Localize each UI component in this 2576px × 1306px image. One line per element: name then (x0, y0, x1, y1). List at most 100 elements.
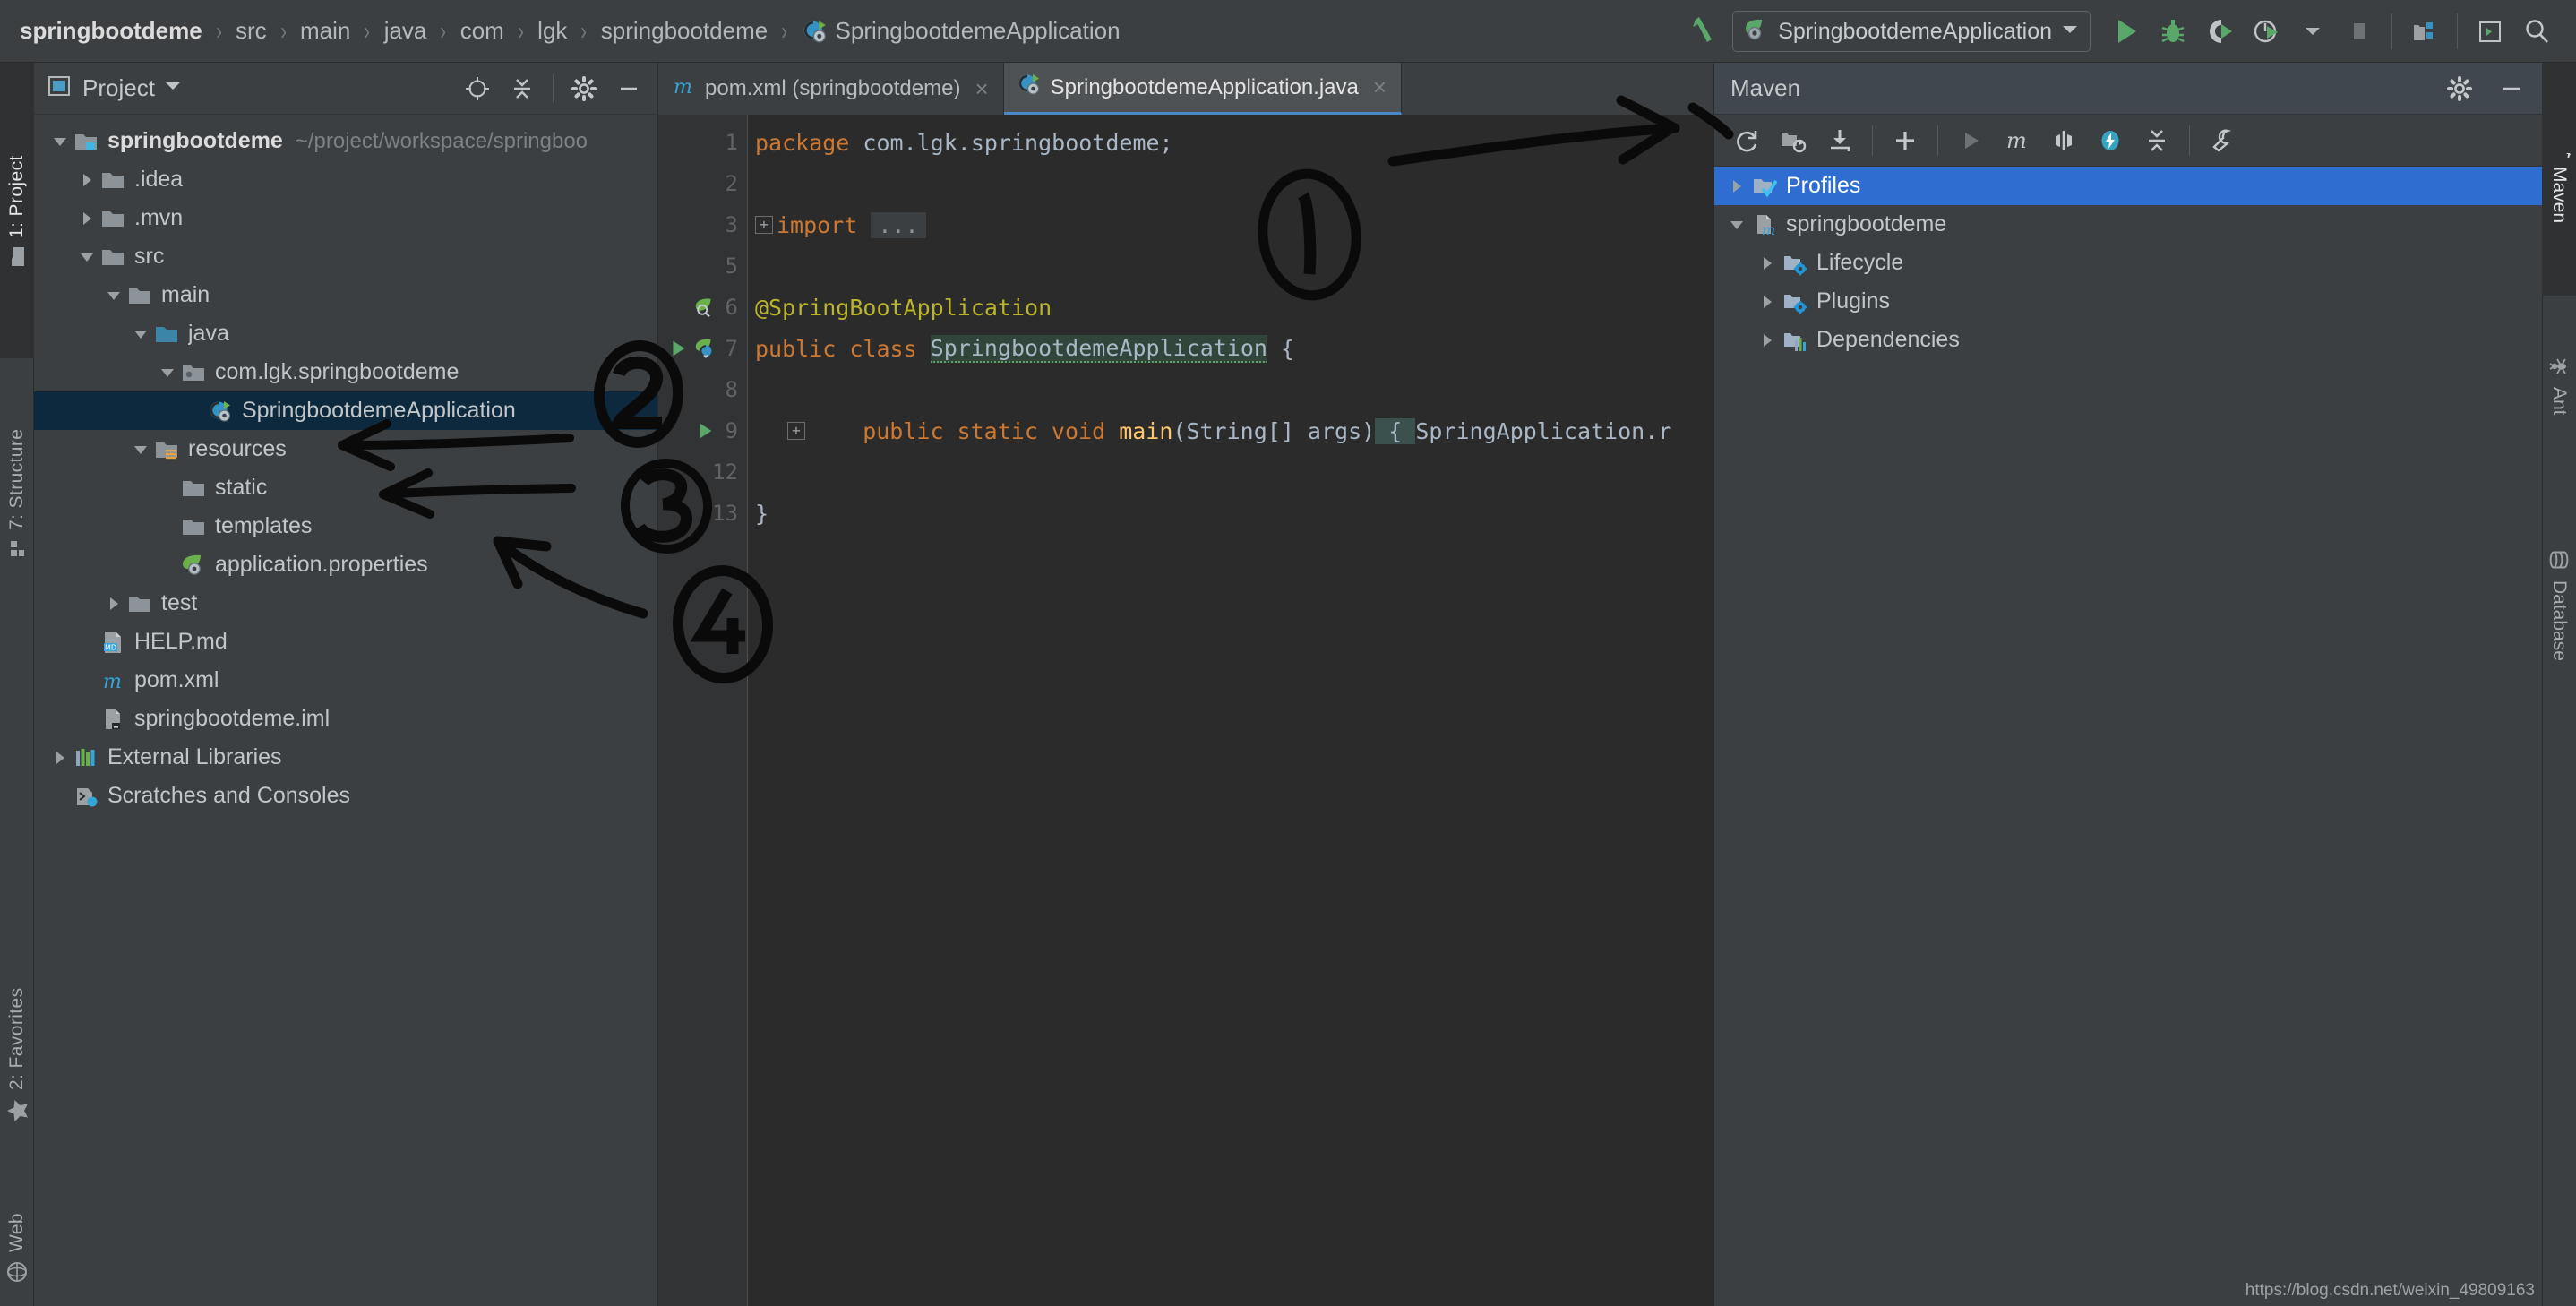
play-icon[interactable] (1949, 119, 1992, 162)
code-line[interactable]: @SpringBootApplication (748, 287, 1713, 328)
code-line[interactable] (748, 163, 1713, 204)
breadcrumb-item[interactable]: springbootdeme (20, 17, 202, 45)
project-structure-icon[interactable] (2401, 8, 2448, 55)
project-tree-node[interactable]: MD HELP.md (34, 623, 657, 661)
search-icon[interactable] (2513, 8, 2560, 55)
chevron-right-icon[interactable] (1752, 254, 1782, 272)
gutter-line[interactable]: 8 (658, 369, 747, 410)
chevron-down-icon[interactable] (2061, 23, 2079, 40)
project-tree[interactable]: springbootdeme ~/project/workspace/spring… (34, 115, 657, 815)
plus-icon[interactable] (1884, 119, 1927, 162)
project-tree-node[interactable]: static (34, 468, 657, 507)
chevron-right-icon[interactable] (1752, 293, 1782, 311)
chevron-down-icon[interactable] (154, 364, 181, 382)
chevron-right-icon[interactable] (100, 595, 127, 613)
gutter-line[interactable]: 2 (658, 163, 747, 204)
fold-expand-icon[interactable]: + (755, 216, 773, 234)
project-tree-node[interactable]: test (34, 584, 657, 623)
editor-tab[interactable]: SpringbootdemeApplication.java × (1003, 63, 1403, 115)
collapse-all-icon[interactable] (2135, 119, 2178, 162)
breadcrumb-item[interactable]: lgk (537, 17, 567, 45)
maven-tree-node[interactable]: Lifecycle (1714, 244, 2542, 282)
collapse-all-icon[interactable] (502, 69, 542, 108)
close-icon[interactable]: × (975, 75, 988, 103)
gutter-line[interactable]: 6 (658, 287, 747, 328)
project-tree-node[interactable]: com.lgk.springbootdeme (34, 353, 657, 391)
skip-tests-icon[interactable] (2042, 119, 2085, 162)
code-line[interactable] (748, 369, 1713, 410)
sidebar-item-project[interactable]: 1: Project (0, 63, 34, 358)
hammer-build-icon[interactable] (1680, 8, 1727, 55)
chevron-right-icon[interactable] (1752, 331, 1782, 349)
project-tree-node[interactable]: templates (34, 507, 657, 546)
breadcrumb-item[interactable]: main (300, 17, 350, 45)
code-line[interactable]: + public static void main (String[] args)… (748, 410, 1713, 451)
breadcrumb-item[interactable]: src (236, 17, 267, 45)
chevron-right-icon[interactable] (1722, 177, 1752, 195)
chevron-right-icon[interactable] (73, 171, 100, 189)
stop-button[interactable] (2336, 8, 2383, 55)
run-gutter-icon[interactable] (666, 337, 690, 365)
chevron-down-icon[interactable] (73, 248, 100, 266)
project-tree-node[interactable]: .idea (34, 160, 657, 199)
project-tree-node[interactable]: main (34, 276, 657, 314)
code-line[interactable]: } (748, 493, 1713, 534)
code-line[interactable] (748, 451, 1713, 493)
chevron-down-icon[interactable] (100, 287, 127, 305)
editor-code[interactable]: package com.lgk.springbootdeme; + import .… (748, 115, 1713, 1306)
maven-tree-node[interactable]: Profiles (1714, 167, 2542, 205)
minimize-icon[interactable] (609, 69, 648, 108)
project-tree-node[interactable]: src (34, 237, 657, 276)
sidebar-item-web[interactable]: Web (0, 1190, 34, 1306)
gutter-line[interactable]: 1 (658, 122, 747, 163)
project-tree-node[interactable]: Scratches and Consoles (34, 777, 657, 815)
project-tree-node[interactable]: .mvn (34, 199, 657, 237)
gear-icon[interactable] (564, 69, 604, 108)
maven-m-icon[interactable]: m (1996, 119, 2039, 162)
editor-gutter[interactable]: 1 2 3 5 6 7 8 9 12 13 (658, 115, 748, 1306)
close-icon[interactable]: × (1373, 73, 1387, 101)
fold-expand-icon[interactable]: + (787, 422, 805, 440)
project-tree-node[interactable]: m pom.xml (34, 661, 657, 700)
code-line[interactable]: public class SpringbootdemeApplication { (748, 328, 1713, 369)
profile-button[interactable] (2243, 8, 2289, 55)
sidebar-item-maven[interactable]: m Maven (2542, 63, 2576, 296)
project-tree-node[interactable]: springbootdeme.iml (34, 700, 657, 738)
project-tree-node[interactable]: SpringbootdemeApplication (34, 391, 657, 430)
editor-tab[interactable]: m pom.xml (springbootdeme) × (658, 63, 1004, 115)
profile-dropdown[interactable] (2289, 8, 2336, 55)
sidebar-item-favorites[interactable]: 2: Favorites (0, 921, 34, 1190)
run-configuration-selector[interactable]: SpringbootdemeApplication (1732, 11, 2091, 52)
breadcrumb-item[interactable]: springbootdeme (601, 17, 768, 45)
maven-tree-node[interactable]: m springbootdeme (1714, 205, 2542, 244)
sidebar-item-database[interactable]: Database (2542, 475, 2576, 735)
chevron-right-icon[interactable] (47, 749, 73, 767)
chevron-down-icon[interactable] (47, 133, 73, 150)
sidebar-item-structure[interactable]: 7: Structure (0, 358, 34, 627)
project-tree-node[interactable]: application.properties (34, 546, 657, 584)
code-line[interactable]: + import ... (748, 204, 1713, 245)
gutter-line[interactable]: 5 (658, 245, 747, 287)
breadcrumb-item[interactable]: com (460, 17, 504, 45)
wrench-icon[interactable] (2201, 119, 2244, 162)
gutter-line[interactable]: 12 (658, 451, 747, 493)
maven-tree-node[interactable]: Plugins (1714, 282, 2542, 321)
gear-icon[interactable] (2438, 67, 2481, 110)
spring-bean-search-icon[interactable] (693, 296, 717, 324)
code-editor[interactable]: 1 2 3 5 6 7 8 9 12 13 package com.lgk.springbootd… (658, 115, 1713, 1306)
run-with-coverage-button[interactable] (2196, 8, 2243, 55)
offline-bolt-icon[interactable] (2089, 119, 2132, 162)
target-crosshair-icon[interactable] (458, 69, 497, 108)
project-tree-node[interactable]: springbootdeme ~/project/workspace/spring… (34, 122, 657, 160)
spring-boot-gutter-icon[interactable] (693, 337, 717, 365)
project-tree-node[interactable]: java (34, 314, 657, 353)
terminal-window-icon[interactable] (2467, 8, 2513, 55)
chevron-down-icon[interactable] (127, 441, 154, 459)
chevron-right-icon[interactable] (73, 210, 100, 228)
project-tree-node[interactable]: resources (34, 430, 657, 468)
run-button[interactable] (2103, 8, 2150, 55)
folder-refresh-icon[interactable] (1772, 119, 1815, 162)
gutter-line[interactable]: 13 (658, 493, 747, 534)
download-icon[interactable] (1818, 119, 1861, 162)
gutter-line[interactable]: 3 (658, 204, 747, 245)
